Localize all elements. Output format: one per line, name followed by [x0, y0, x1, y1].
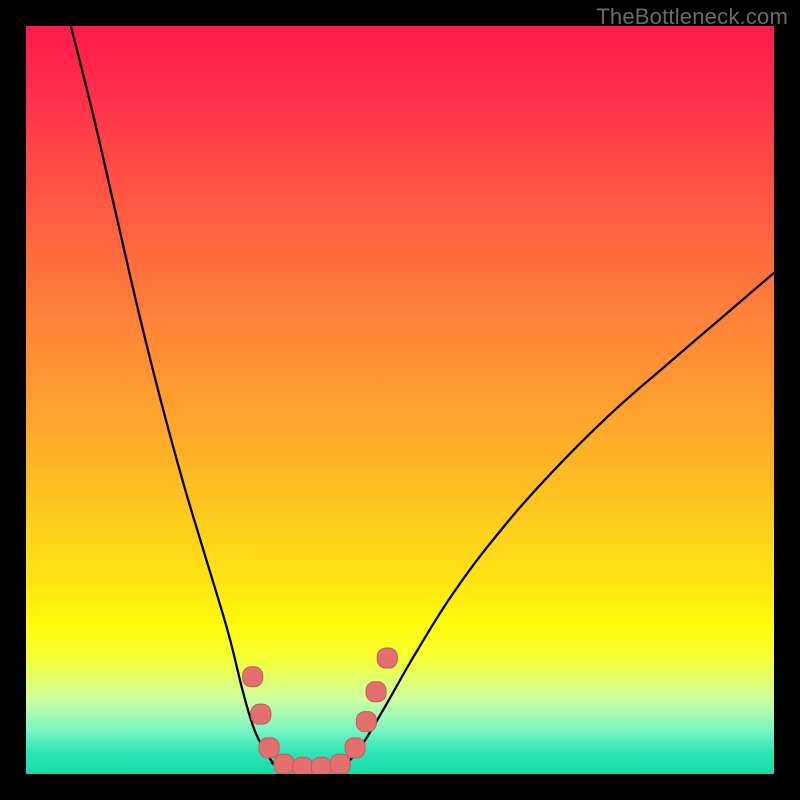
valley-marker [251, 704, 271, 724]
valley-marker [330, 754, 350, 774]
plot-area [26, 26, 774, 774]
valley-marker [293, 757, 313, 774]
valley-marker [259, 738, 279, 758]
curve-path [71, 26, 774, 767]
valley-marker [356, 712, 376, 732]
chart-frame: TheBottleneck.com [0, 0, 800, 800]
valley-marker [243, 667, 263, 687]
valley-marker [377, 648, 397, 668]
bottleneck-curve [26, 26, 774, 774]
valley-marker [311, 757, 331, 774]
valley-marker [366, 682, 386, 702]
valley-marker [274, 754, 294, 774]
valley-marker [345, 738, 365, 758]
